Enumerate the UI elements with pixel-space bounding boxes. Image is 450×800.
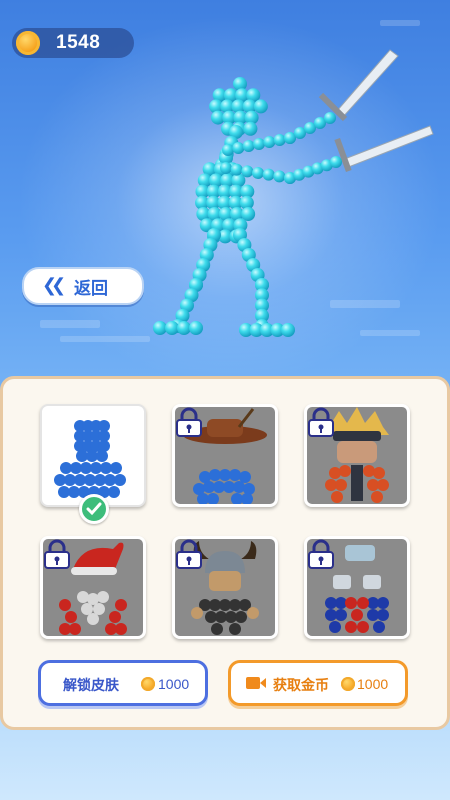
skin-card-robot[interactable] [304,536,410,639]
unlock-skin-button[interactable]: 解锁皮肤 1000 [38,660,208,706]
back-button[interactable]: ❮❮ 返回 [22,267,144,305]
skin-card-default[interactable] [40,404,146,524]
coin-count: 1548 [56,32,101,53]
skin-card-ninja[interactable] [304,404,410,507]
bead-figure [153,77,342,337]
lock-icon [308,539,334,569]
skin-card-santa[interactable] [40,536,146,639]
lock-icon [176,539,202,569]
lock-icon [308,407,334,437]
lock-icon [44,539,70,569]
coin-counter: 1548 [12,28,134,58]
double-chevron-left-icon: ❮❮ [42,275,66,296]
skin-card-viking[interactable] [172,536,278,639]
video-icon [246,677,266,689]
coin-icon [141,677,155,691]
get-coins-label: 获取金币 [273,678,329,694]
selected-check-icon [79,494,109,524]
back-button-label: 返回 [74,279,108,299]
unlock-skin-label: 解锁皮肤 [63,678,119,694]
coin-icon [341,677,355,691]
sword-icon [318,49,434,173]
skin-card-cowboy[interactable] [172,404,278,507]
coin-icon [16,31,40,55]
unlock-skin-cost: 1000 [158,676,190,692]
get-coins-button[interactable]: 获取金币 1000 [228,660,408,706]
lock-icon [176,407,202,437]
get-coins-cost: 1000 [357,676,389,692]
